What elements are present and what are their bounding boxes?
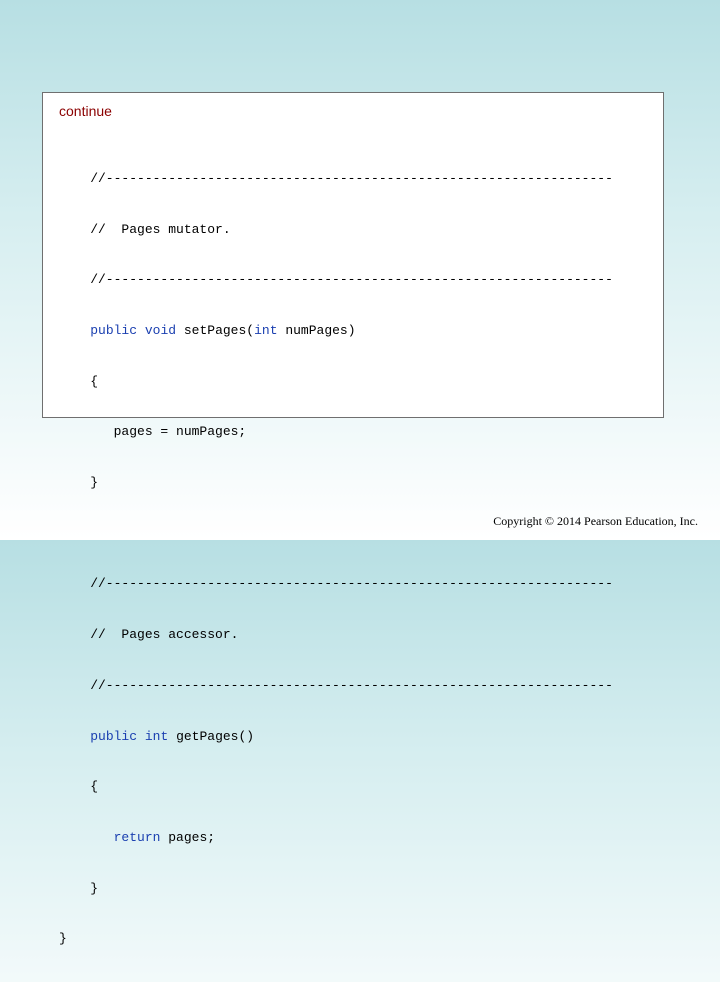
mutator-body: pages = numPages; [59,424,247,440]
mutator-kw-public: public [90,322,138,338]
mutator-close-brace: } [59,475,99,491]
accessor-rule-bottom: //--------------------------------------… [59,677,613,693]
mutator-open-brace: { [59,373,99,389]
mutator-sig-indent [59,323,90,338]
accessor-body-indent [59,830,114,845]
continue-label: continue [59,103,112,119]
accessor-comment: // Pages accessor. [59,627,239,643]
mutator-kw-int: int [254,322,278,338]
mutator-method-name: setPages( [183,322,255,338]
mutator-signature: public void setPages(int numPages) [59,323,649,340]
code-listing: //--------------------------------------… [59,137,649,982]
accessor-kw-return: return [113,829,161,845]
accessor-rule-top: //--------------------------------------… [59,576,613,592]
mutator-param: numPages) [285,322,356,338]
copyright-notice: Copyright © 2014 Pearson Education, Inc. [493,514,698,528]
class-close-brace: } [59,931,67,947]
accessor-kw-int: int [144,728,169,744]
accessor-sig-indent [59,729,90,744]
mutator-rule-top: //--------------------------------------… [59,170,613,186]
accessor-signature: public int getPages() [59,729,649,746]
accessor-method-name: getPages() [176,728,255,744]
accessor-close-brace: } [59,880,99,896]
code-slide-box: continue //-----------------------------… [42,92,664,946]
accessor-open-brace: { [59,779,99,795]
accessor-body: return pages; [59,830,649,847]
accessor-kw-public: public [90,728,138,744]
accessor-body-rest: pages; [168,829,216,845]
mutator-kw-void: void [144,322,177,338]
mutator-comment: // Pages mutator. [59,221,231,237]
mutator-rule-bottom: //--------------------------------------… [59,272,613,288]
